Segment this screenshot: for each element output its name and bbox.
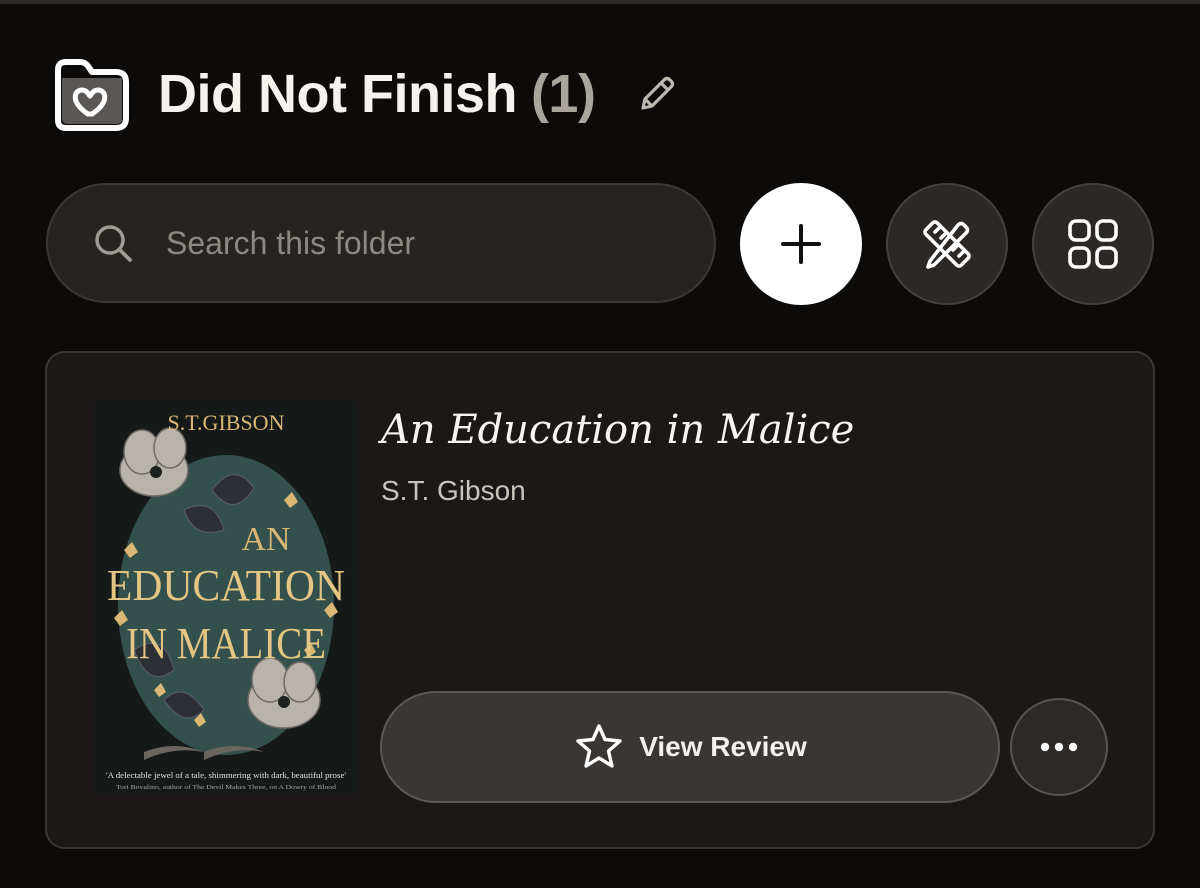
cover-author: S.T.GIBSON (168, 410, 285, 435)
grid-icon (1068, 219, 1118, 269)
folder-item-count: (1) (530, 64, 596, 124)
add-book-button[interactable] (740, 183, 862, 305)
more-options-button[interactable] (1010, 698, 1108, 796)
cover-quote: 'A delectable jewel of a tale, shimmerin… (106, 771, 347, 780)
book-cover[interactable]: S.T.GIBSON AN EDUCATION IN MALICE 'A del… (94, 400, 358, 794)
folder-header: Did Not Finish (1) (48, 56, 679, 132)
book-author[interactable]: S.T. Gibson (381, 475, 526, 507)
view-review-label: View Review (639, 731, 807, 762)
window-top-border (0, 0, 1200, 4)
search-icon (92, 222, 134, 264)
edit-tools-button[interactable] (886, 183, 1008, 305)
folder-name: Did Not Finish (158, 64, 517, 124)
view-review-button[interactable]: View Review (380, 691, 1000, 803)
search-bar[interactable] (46, 183, 716, 303)
ruler-pencil-icon (923, 220, 971, 269)
cover-title-line-1: AN (241, 521, 290, 558)
page-title: Did Not Finish (1) (158, 63, 596, 125)
grid-view-button[interactable] (1032, 183, 1154, 305)
cover-quote-attribution: Tori Bovalino, author of The Devil Makes… (116, 784, 337, 791)
search-input[interactable] (164, 223, 648, 263)
star-icon (573, 721, 625, 773)
pencil-icon[interactable] (635, 72, 679, 116)
book-title[interactable]: An Education in Malice (381, 407, 854, 453)
folder-heart-icon (48, 56, 132, 132)
cover-title-line-2: EDUCATION (107, 561, 345, 610)
plus-icon (781, 224, 821, 264)
ellipsis-icon (1040, 742, 1078, 752)
book-card[interactable]: S.T.GIBSON AN EDUCATION IN MALICE 'A del… (45, 351, 1155, 849)
cover-title-line-3: IN MALICE (126, 619, 326, 668)
